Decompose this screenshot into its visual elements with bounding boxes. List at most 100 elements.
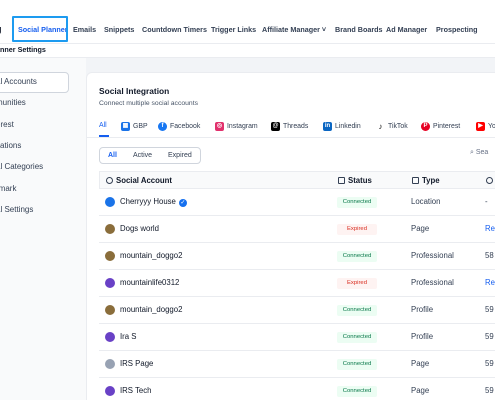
table-row[interactable]: mountainlife0312 Expired Professional Re <box>99 270 495 297</box>
extra-value: 59 <box>485 305 494 314</box>
sidebar-item-locations[interactable]: cations <box>0 141 21 150</box>
clock-icon <box>486 177 493 184</box>
active-tab-highlight <box>12 16 68 42</box>
tab-trigger-links[interactable]: Trigger Links <box>211 25 256 34</box>
tab-snippets[interactable]: Snippets <box>104 25 134 34</box>
table-row[interactable]: IRS Page Connected Page 59 <box>99 351 495 378</box>
calendar-icon <box>338 177 345 184</box>
reconnect-link[interactable]: Re <box>485 278 495 287</box>
platform-tab-pinterest[interactable]: P Pinterest <box>421 122 460 131</box>
type-icon <box>412 177 419 184</box>
tiktok-icon: ♪ <box>376 122 385 131</box>
tab-brand-boards[interactable]: Brand Boards <box>335 25 383 34</box>
account-name: Cherryyy House ✓ <box>120 197 187 207</box>
account-type: Location <box>411 197 441 206</box>
account-type: Page <box>411 359 430 368</box>
pinterest-icon: P <box>421 122 430 131</box>
account-name-text: mountainlife0312 <box>120 278 180 287</box>
account-name: mountainlife0312 <box>120 278 179 287</box>
account-name: IRS Tech <box>120 386 152 395</box>
account-name-text: mountain_doggo2 <box>120 305 183 314</box>
settings-header: anner Settings <box>0 44 495 58</box>
account-name-text: Ira S <box>120 332 137 341</box>
account-type: Professional <box>411 278 454 287</box>
filter-active[interactable]: Active <box>125 152 160 159</box>
tab-affiliate-manager[interactable]: Affiliate Manager ˅ <box>262 25 326 34</box>
verified-icon: ✓ <box>178 199 187 207</box>
platform-tab-gbp[interactable]: ▦ GBP <box>121 122 148 131</box>
reconnect-link[interactable]: Re <box>485 224 495 233</box>
status-badge: Connected <box>337 386 377 397</box>
facebook-icon: f <box>158 122 167 131</box>
account-name: mountain_doggo2 <box>120 305 182 314</box>
dog-avatar-icon <box>105 224 115 234</box>
gbp-icon <box>105 197 115 207</box>
platform-tab-tiktok[interactable]: ♪ TikTok <box>376 122 408 131</box>
table-header: Social Account Status Type <box>99 171 495 189</box>
table-row[interactable]: Cherryyy House ✓ Connected Location - <box>99 189 495 216</box>
table-row[interactable]: Ira S Connected Profile 59 <box>99 324 495 351</box>
top-navigation: g Social Planner Emails Snippets Countdo… <box>0 0 495 44</box>
platform-tab-facebook[interactable]: f Facebook <box>158 122 200 131</box>
avatar-icon <box>105 332 115 342</box>
account-type: Profile <box>411 332 434 341</box>
account-type: Profile <box>411 305 434 314</box>
platform-tab-tiktok-label: TikTok <box>388 123 408 130</box>
account-name-text: IRS Page <box>120 359 154 368</box>
tab-prospecting[interactable]: Prospecting <box>436 25 478 34</box>
column-type-label: Type <box>422 176 440 185</box>
tab-ad-manager[interactable]: Ad Manager <box>386 25 427 34</box>
filter-expired[interactable]: Expired <box>160 152 200 159</box>
status-filter: All Active Expired <box>99 147 201 164</box>
platform-tab-instagram[interactable]: ◎ Instagram <box>215 122 258 131</box>
threads-icon: @ <box>271 122 280 131</box>
search-input[interactable]: ⌕ Sea <box>470 149 488 157</box>
status-badge: Connected <box>337 251 377 262</box>
platform-tab-youtube-label: Yo <box>488 123 495 130</box>
extra-value: 59 <box>485 332 494 341</box>
table-row[interactable]: IRS Tech Connected Page 59 <box>99 378 495 400</box>
sidebar-item-pinterest[interactable]: erest <box>0 120 14 129</box>
sidebar-item-communities[interactable]: munities <box>0 98 26 107</box>
tab-countdown-timers[interactable]: Countdown Timers <box>142 25 207 34</box>
platform-tab-pinterest-label: Pinterest <box>433 123 461 130</box>
platform-tab-threads[interactable]: @ Threads <box>271 122 308 131</box>
page-title: anner Settings <box>0 45 46 54</box>
platform-tab-gbp-label: GBP <box>133 123 148 130</box>
account-name: IRS Page <box>120 359 153 368</box>
platform-tab-threads-label: Threads <box>283 123 309 130</box>
platform-tab-youtube[interactable]: ▶ Yo <box>476 122 495 131</box>
social-integration-card: Social Integration Connect multiple soci… <box>86 72 495 400</box>
account-name-text: IRS Tech <box>120 386 152 395</box>
table-row[interactable]: mountain_doggo2 Connected Professional 58 <box>99 243 495 270</box>
search-placeholder: Sea <box>475 149 489 156</box>
linkedin-icon: in <box>323 122 332 131</box>
tab-emails[interactable]: Emails <box>73 25 96 34</box>
sidebar-item-social-accounts[interactable]: al Accounts <box>0 77 37 86</box>
column-extra <box>486 176 495 185</box>
sidebar-item-general-settings[interactable]: al Settings <box>0 205 33 214</box>
status-badge: Connected <box>337 332 377 343</box>
platform-tab-linkedin-label: Linkedin <box>335 123 361 130</box>
sidebar-item-social-categories[interactable]: al Categories <box>0 162 43 171</box>
table-row[interactable]: Dogs world Expired Page Re <box>99 216 495 243</box>
platform-tab-facebook-label: Facebook <box>170 123 201 130</box>
account-name-text: Cherryyy House <box>120 197 176 206</box>
platform-tab-linkedin[interactable]: in Linkedin <box>323 122 361 131</box>
card-description: Connect multiple social accounts <box>99 100 198 107</box>
youtube-icon: ▶ <box>476 122 485 131</box>
account-name: Dogs world <box>120 224 159 233</box>
app-title-fragment: g <box>0 24 2 34</box>
instagram-icon: ◎ <box>215 122 224 131</box>
platform-tab-instagram-label: Instagram <box>227 123 258 130</box>
column-type: Type <box>412 176 440 185</box>
platform-tab-all[interactable]: All <box>99 122 107 129</box>
tab-affiliate-manager-label: Affiliate Manager <box>262 25 320 34</box>
sidebar-item-watermark[interactable]: rmark <box>0 184 16 193</box>
extra-value: 59 <box>485 359 494 368</box>
table-row[interactable]: mountain_doggo2 Connected Profile 59 <box>99 297 495 324</box>
status-badge: Connected <box>337 359 377 370</box>
gbp-icon: ▦ <box>121 122 130 131</box>
filter-all[interactable]: All <box>100 152 125 159</box>
card-title: Social Integration <box>99 86 170 96</box>
